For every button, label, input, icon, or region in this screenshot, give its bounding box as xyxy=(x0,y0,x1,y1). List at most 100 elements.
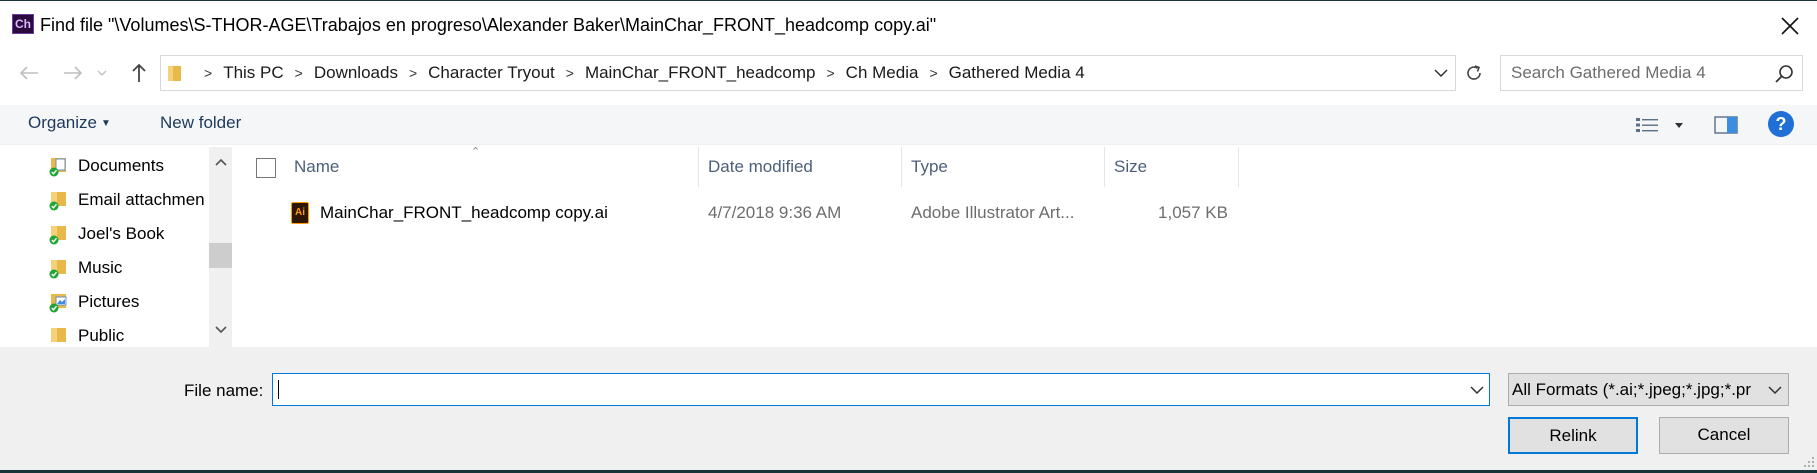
breadcrumb-separator-icon[interactable]: > xyxy=(295,65,303,81)
file-format-select[interactable]: All Formats (*.ai;*.jpeg;*.jpg;*.pr xyxy=(1508,373,1789,406)
file-format-dropdown-button[interactable] xyxy=(1763,374,1787,405)
column-divider[interactable] xyxy=(1104,147,1105,187)
arrow-up-icon xyxy=(132,63,146,82)
search-box xyxy=(1500,55,1803,91)
folder-icon xyxy=(168,66,181,81)
column-header-size[interactable]: Size xyxy=(1114,147,1147,187)
new-folder-button[interactable]: New folder xyxy=(160,113,241,133)
table-row[interactable]: Ai MainChar_FRONT_headcomp copy.ai 4/7/2… xyxy=(236,199,1236,229)
resize-grip-icon[interactable] xyxy=(1803,456,1815,468)
file-size-cell: 1,057 KB xyxy=(1158,203,1228,222)
navigation-pane: Documents Email attachmen Joel's Book Mu… xyxy=(0,147,232,347)
chevron-down-icon xyxy=(1470,385,1484,394)
address-bar[interactable]: > This PC > Downloads > Character Tryout… xyxy=(160,55,1456,91)
breadcrumb-item[interactable]: This PC xyxy=(223,63,283,83)
search-icon[interactable] xyxy=(1773,63,1795,85)
column-divider[interactable] xyxy=(901,147,902,187)
column-header-name[interactable]: Name xyxy=(294,147,339,187)
organize-label: Organize xyxy=(28,113,97,132)
close-icon xyxy=(1781,17,1799,35)
nav-item-label: Pictures xyxy=(78,292,140,311)
file-type-cell: Adobe Illustrator Art... xyxy=(911,203,1075,222)
arrow-left-icon xyxy=(19,66,38,80)
organize-button[interactable]: Organize ▼ xyxy=(28,113,111,133)
scroll-up-button[interactable] xyxy=(209,151,232,173)
file-name-combobox xyxy=(272,373,1490,406)
file-name-dropdown-button[interactable] xyxy=(1465,374,1489,405)
breadcrumb-separator-icon[interactable]: > xyxy=(566,65,574,81)
chevron-down-icon xyxy=(97,70,107,76)
text-cursor xyxy=(278,380,279,399)
address-history-button[interactable] xyxy=(1429,56,1453,90)
breadcrumb-separator-icon[interactable]: > xyxy=(204,65,212,81)
folder-icon xyxy=(51,328,66,342)
column-header-date-modified[interactable]: Date modified xyxy=(708,147,813,187)
chevron-down-icon xyxy=(214,326,227,334)
chevron-down-icon xyxy=(1768,385,1782,394)
file-name-input[interactable] xyxy=(273,374,1453,405)
nav-item-pictures[interactable]: Pictures xyxy=(48,287,139,317)
breadcrumb-item[interactable]: MainChar_FRONT_headcomp xyxy=(585,63,816,83)
refresh-icon xyxy=(1467,65,1481,80)
folder-icon xyxy=(49,226,66,245)
nav-item-email-attachments[interactable]: Email attachmen xyxy=(48,185,205,215)
scroll-down-button[interactable] xyxy=(209,319,232,341)
file-name-label: File name: xyxy=(184,381,264,400)
refresh-button[interactable] xyxy=(1458,57,1490,89)
nav-item-joels-book[interactable]: Joel's Book xyxy=(48,219,164,249)
help-button[interactable]: ? xyxy=(1768,111,1794,137)
preview-pane-button[interactable] xyxy=(1712,111,1740,139)
breadcrumb-item[interactable]: Downloads xyxy=(314,63,398,83)
column-divider[interactable] xyxy=(698,147,699,187)
details-view-icon xyxy=(1636,118,1658,132)
find-file-dialog: Ch Find file "\Volumes\S-THOR-AGE\Trabaj… xyxy=(0,0,1817,473)
chevron-up-icon xyxy=(214,158,227,166)
sort-ascending-icon: ⌃ xyxy=(471,146,481,158)
nav-item-label: Music xyxy=(78,258,123,277)
arrow-right-icon xyxy=(64,66,83,80)
file-format-value: All Formats (*.ai;*.jpeg;*.jpg;*.pr xyxy=(1512,380,1752,399)
recent-locations-button[interactable] xyxy=(94,57,110,89)
chevron-down-icon xyxy=(1434,69,1448,77)
breadcrumb-separator-icon[interactable]: > xyxy=(409,65,417,81)
address-row: > This PC > Downloads > Character Tryout… xyxy=(0,53,1817,93)
relink-button[interactable]: Relink xyxy=(1508,417,1638,454)
command-toolbar: Organize ▼ New folder ? xyxy=(0,105,1817,145)
cancel-button[interactable]: Cancel xyxy=(1659,417,1789,454)
close-button[interactable] xyxy=(1770,9,1810,43)
change-view-button[interactable] xyxy=(1635,111,1689,139)
up-button[interactable] xyxy=(124,57,154,89)
nav-item-label: Public xyxy=(78,326,125,345)
file-date-cell: 4/7/2018 9:36 AM xyxy=(708,203,842,222)
breadcrumb-item[interactable]: Ch Media xyxy=(846,63,919,83)
nav-item-documents[interactable]: Documents xyxy=(48,151,164,181)
pictures-folder-icon xyxy=(49,294,67,313)
character-animator-app-icon: Ch xyxy=(12,14,34,34)
file-name-cell: MainChar_FRONT_headcomp copy.ai xyxy=(320,203,608,222)
illustrator-file-icon: Ai xyxy=(291,202,309,224)
folder-icon xyxy=(49,260,66,279)
back-button[interactable] xyxy=(14,57,44,89)
nav-item-music[interactable]: Music xyxy=(48,253,122,283)
nav-item-public[interactable]: Public xyxy=(48,321,124,347)
scroll-thumb[interactable] xyxy=(209,243,232,268)
breadcrumb-separator-icon[interactable]: > xyxy=(929,65,937,81)
nav-item-label: Email attachmen xyxy=(78,190,205,209)
file-list: ⌃ Name Date modified Type Size Ai MainCh… xyxy=(236,146,1817,347)
window-title: Find file "\Volumes\S-THOR-AGE\Trabajos … xyxy=(40,15,937,35)
bottom-panel: File name: All Formats (*.ai;*.jpeg;*.jp… xyxy=(0,347,1817,470)
folder-icon xyxy=(49,192,66,211)
forward-button[interactable] xyxy=(58,57,88,89)
column-divider[interactable] xyxy=(1238,147,1239,187)
breadcrumb-separator-icon[interactable]: > xyxy=(826,65,834,81)
nav-item-label: Documents xyxy=(78,156,164,175)
documents-folder-icon xyxy=(49,158,66,177)
title-bar: Ch Find file "\Volumes\S-THOR-AGE\Trabaj… xyxy=(0,1,1817,51)
breadcrumb-item[interactable]: Gathered Media 4 xyxy=(949,63,1085,83)
nav-pane-scrollbar[interactable] xyxy=(209,147,232,347)
column-header-type[interactable]: Type xyxy=(911,147,948,187)
select-all-checkbox[interactable] xyxy=(256,158,276,178)
breadcrumb-item[interactable]: Character Tryout xyxy=(428,63,555,83)
search-input[interactable] xyxy=(1501,56,1761,90)
breadcrumb: > This PC > Downloads > Character Tryout… xyxy=(161,56,1085,90)
